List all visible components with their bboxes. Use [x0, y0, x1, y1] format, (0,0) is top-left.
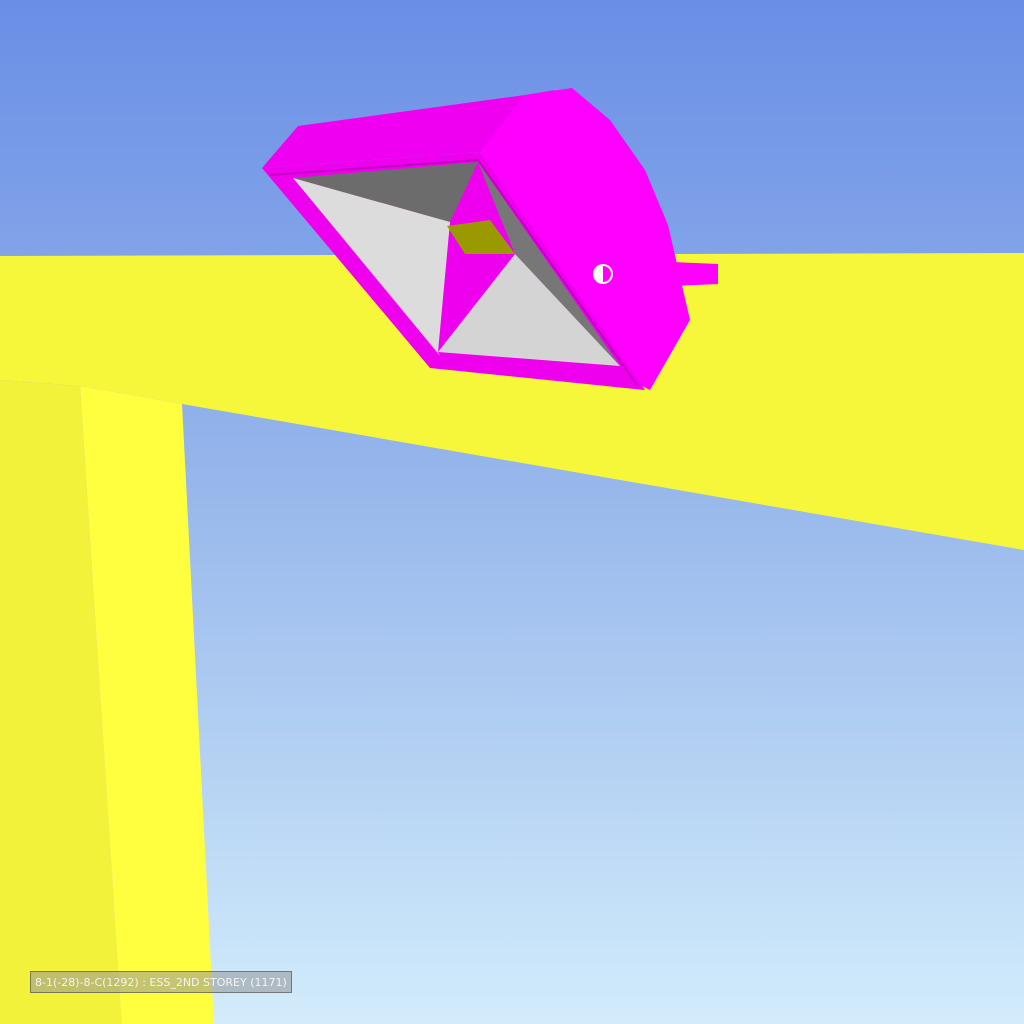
status-label: 8-1(-28)-8-C(1292) : ESS_2ND STOREY (117…	[30, 971, 292, 993]
pivot-bolt-icon	[593, 264, 613, 284]
scene-canvas[interactable]	[0, 0, 1024, 1024]
3d-viewport[interactable]: 8-1(-28)-8-C(1292) : ESS_2ND STOREY (117…	[0, 0, 1024, 1024]
